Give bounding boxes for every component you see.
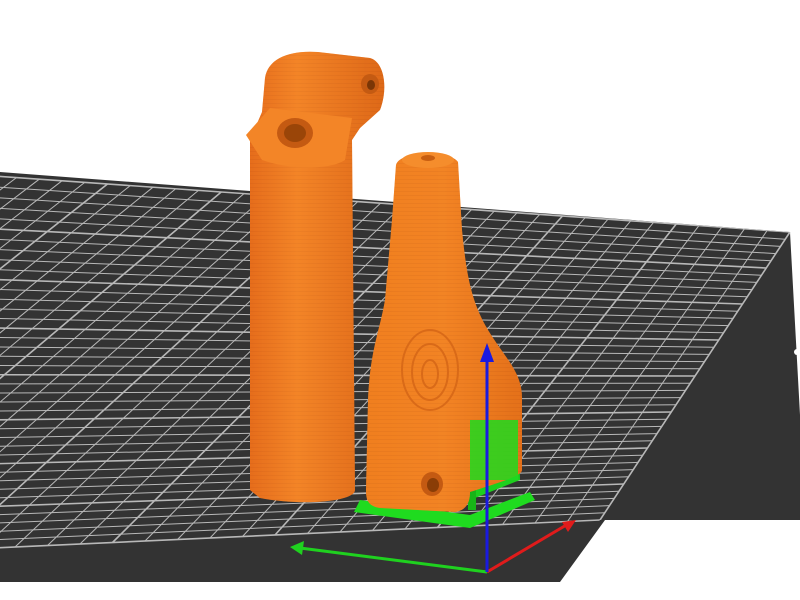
top-hole-icon <box>421 155 435 161</box>
bed-edge-marker <box>794 349 800 355</box>
3d-viewport[interactable] <box>0 0 800 600</box>
scene-svg[interactable] <box>0 0 800 600</box>
